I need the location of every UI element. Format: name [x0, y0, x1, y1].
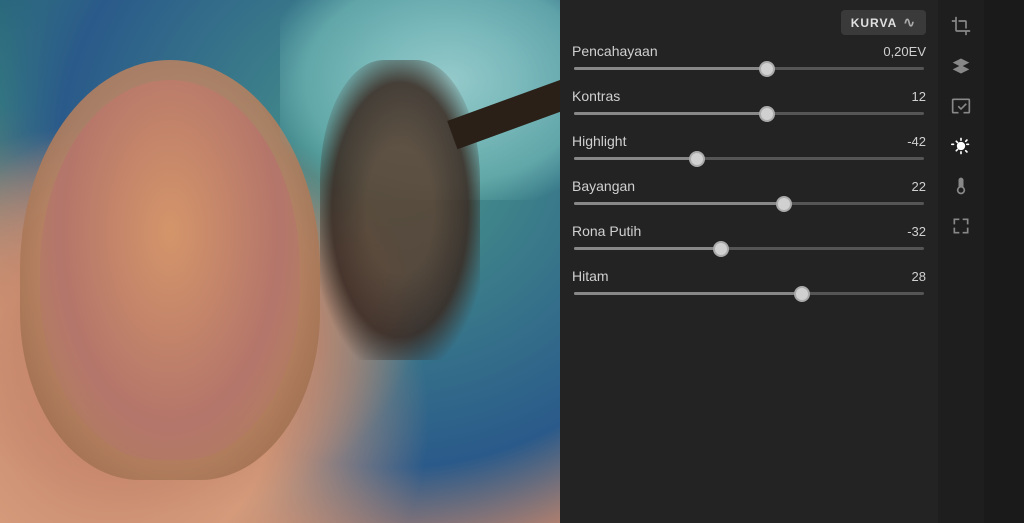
slider-track-hitam[interactable] — [574, 292, 924, 295]
slider-value-rona-putih: -32 — [907, 224, 926, 239]
slider-fill-bayangan — [574, 202, 784, 205]
controls-area: KURVA ∿ Pencahayaan 0,20EV Kontras 12 Hi… — [560, 0, 938, 523]
slider-track-highlight[interactable] — [574, 157, 924, 160]
slider-value-highlight: -42 — [907, 134, 926, 149]
slider-header-highlight: Highlight -42 — [572, 133, 926, 149]
slider-track-bayangan[interactable] — [574, 202, 924, 205]
slider-fill-highlight — [574, 157, 697, 160]
frame-icon[interactable] — [943, 208, 979, 244]
slider-label-kontras: Kontras — [572, 88, 620, 104]
slider-fill-rona-putih — [574, 247, 721, 250]
slider-track-pencahayaan[interactable] — [574, 67, 924, 70]
slider-value-bayangan: 22 — [912, 179, 926, 194]
slider-track-rona-putih[interactable] — [574, 247, 924, 250]
crop-icon[interactable] — [943, 8, 979, 44]
slider-header-rona-putih: Rona Putih -32 — [572, 223, 926, 239]
kurva-bar: KURVA ∿ — [572, 0, 926, 43]
slider-group-bayangan: Bayangan 22 — [572, 178, 926, 205]
slider-header-bayangan: Bayangan 22 — [572, 178, 926, 194]
slider-value-pencahayaan: 0,20EV — [883, 44, 926, 59]
layers-icon[interactable] — [943, 48, 979, 84]
slider-label-rona-putih: Rona Putih — [572, 223, 641, 239]
kurva-label: KURVA — [851, 16, 898, 30]
slider-group-kontras: Kontras 12 — [572, 88, 926, 115]
slider-thumb-pencahayaan[interactable] — [759, 61, 775, 77]
image-edit-icon[interactable] — [943, 88, 979, 124]
sliders-container: Pencahayaan 0,20EV Kontras 12 Highlight … — [572, 43, 926, 295]
edit-panel: KURVA ∿ Pencahayaan 0,20EV Kontras 12 Hi… — [560, 0, 984, 523]
sidebar-icons — [938, 0, 984, 523]
slider-thumb-highlight[interactable] — [689, 151, 705, 167]
slider-value-kontras: 12 — [912, 89, 926, 104]
slider-header-hitam: Hitam 28 — [572, 268, 926, 284]
slider-group-hitam: Hitam 28 — [572, 268, 926, 295]
slider-thumb-bayangan[interactable] — [776, 196, 792, 212]
slider-header-pencahayaan: Pencahayaan 0,20EV — [572, 43, 926, 59]
slider-label-pencahayaan: Pencahayaan — [572, 43, 658, 59]
kurva-icon: ∿ — [903, 14, 916, 31]
temperature-icon[interactable] — [943, 168, 979, 204]
slider-label-hitam: Hitam — [572, 268, 609, 284]
slider-value-hitam: 28 — [912, 269, 926, 284]
slider-group-rona-putih: Rona Putih -32 — [572, 223, 926, 250]
photo-face-layer — [40, 80, 300, 460]
slider-header-kontras: Kontras 12 — [572, 88, 926, 104]
slider-thumb-rona-putih[interactable] — [713, 241, 729, 257]
slider-fill-hitam — [574, 292, 802, 295]
slider-thumb-hitam[interactable] — [794, 286, 810, 302]
slider-thumb-kontras[interactable] — [759, 106, 775, 122]
slider-fill-pencahayaan — [574, 67, 767, 70]
slider-group-pencahayaan: Pencahayaan 0,20EV — [572, 43, 926, 70]
slider-track-kontras[interactable] — [574, 112, 924, 115]
slider-fill-kontras — [574, 112, 767, 115]
photo-tree-layer — [320, 60, 480, 360]
light-icon[interactable] — [943, 128, 979, 164]
slider-label-bayangan: Bayangan — [572, 178, 635, 194]
photo-area — [0, 0, 560, 523]
slider-group-highlight: Highlight -42 — [572, 133, 926, 160]
kurva-button[interactable]: KURVA ∿ — [841, 10, 926, 35]
slider-label-highlight: Highlight — [572, 133, 626, 149]
